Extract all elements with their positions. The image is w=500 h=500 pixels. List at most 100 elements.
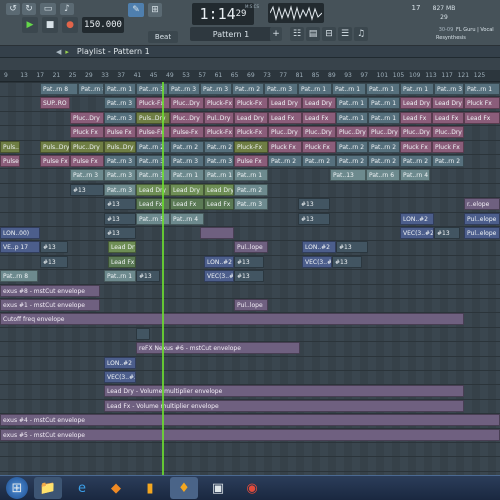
playlist-clip[interactable]: Lead Dry - Volume multiplier envelope: [104, 385, 464, 398]
playlist-clip[interactable]: Pat..rn 1: [170, 169, 204, 182]
playlist-clip[interactable]: Cutoff freq envelope: [0, 313, 464, 326]
tempo-display[interactable]: 150.000: [82, 17, 124, 33]
playlist-clip[interactable]: Pluck Fx: [70, 126, 104, 139]
snap-select[interactable]: Beat: [148, 31, 178, 43]
playlist-clip[interactable]: Pulse Fx: [234, 155, 268, 167]
playlist-clip[interactable]: Puls..Dry: [104, 140, 136, 153]
playlist-clip[interactable]: Pluc..Dry: [302, 126, 336, 139]
playlist-clip[interactable]: Puls..Dry: [40, 140, 70, 153]
playlist-clip[interactable]: Lead Fx: [108, 255, 136, 268]
playlist-clip[interactable]: Pat..rn 2: [368, 155, 400, 167]
playhead[interactable]: [162, 82, 164, 475]
playlist-clip[interactable]: exus #4 - mstCut envelope: [0, 414, 500, 427]
playlist-clip[interactable]: #13: [298, 212, 330, 225]
playlist-clip[interactable]: Pul..elope: [464, 212, 500, 225]
playlist-clip[interactable]: #13: [70, 183, 104, 196]
playlist-clip[interactable]: VEC(3..#2: [400, 227, 434, 239]
playlist-clip[interactable]: Pat..rn 2: [368, 140, 400, 153]
playlist-clip[interactable]: Puls..Dry: [0, 140, 20, 153]
snap-toggle[interactable]: ⊞: [148, 3, 162, 17]
record-button[interactable]: ●: [62, 17, 78, 33]
playlist-clip[interactable]: Pat..rn 1: [368, 111, 400, 124]
playlist-clip[interactable]: Pluc..Dry: [400, 126, 432, 139]
playlist-clip[interactable]: #13: [104, 212, 136, 225]
stop-button[interactable]: ■: [42, 17, 58, 33]
metronome-button[interactable]: ♪: [60, 3, 74, 15]
playlist-clip[interactable]: Pat..rn 1: [204, 169, 234, 182]
playlist-clip[interactable]: Pat..rn 4: [170, 212, 204, 225]
playlist-clip[interactable]: Lead Dry: [302, 97, 336, 110]
playlist-clip[interactable]: LON..#2: [204, 255, 234, 268]
playlist-arrow-icon[interactable]: ◀: [56, 48, 61, 56]
playlist-clip[interactable]: LON..#2: [302, 241, 336, 254]
playlist-clip[interactable]: Lead Fx: [170, 198, 204, 211]
playlist-clip[interactable]: Pat..rn 1: [104, 83, 136, 95]
playlist-clip[interactable]: Lead Fx: [464, 111, 500, 124]
playlist-clip[interactable]: Pluck-Fx: [234, 126, 268, 139]
playlist-clip[interactable]: Lead Dry: [432, 97, 464, 110]
playlist-clip[interactable]: exus #1 - mstCut envelope: [0, 299, 100, 311]
playlist-clip[interactable]: Pulse Fx: [104, 126, 136, 139]
playlist-clip[interactable]: Pluc..Dry: [170, 111, 204, 124]
browser-icon[interactable]: ☰: [338, 27, 352, 41]
playlist-clip[interactable]: Lead Fx: [302, 111, 336, 124]
pattern-select[interactable]: Pattern 1: [190, 27, 272, 41]
playlist-clip[interactable]: VE..p 17: [0, 241, 40, 254]
playlist-clip[interactable]: Lead Fx - Volume multiplier envelope: [104, 399, 464, 412]
playlist-clip[interactable]: #13: [336, 241, 368, 254]
playlist-clip[interactable]: Pat..rn 3: [136, 169, 170, 182]
playlist-clip[interactable]: Pul..lope: [234, 241, 268, 254]
playlist-clip[interactable]: Pat..rn 2: [336, 155, 368, 167]
playlist-clip[interactable]: #13: [332, 255, 362, 268]
playlist-clip[interactable]: Pat..rn 3: [234, 198, 268, 211]
playlist-clip[interactable]: Pluck Fx: [302, 140, 336, 153]
playlist-clip[interactable]: #13: [298, 198, 330, 211]
playlist-clip[interactable]: Pat..rn 2: [234, 183, 268, 196]
playlist-clip[interactable]: Pulse Fx: [0, 155, 20, 167]
playlist-clip[interactable]: Pat..rn 3: [200, 83, 232, 95]
playlist-clip[interactable]: Pat..rn 5: [136, 212, 170, 225]
news-title[interactable]: Resynthesis: [436, 34, 496, 42]
playlist-clip[interactable]: Pat..rn 3: [434, 83, 464, 95]
playlist-clip[interactable]: Pat..rn 8: [0, 270, 38, 283]
playlist-clip[interactable]: Pat..rn 3: [204, 155, 234, 167]
playlist-clip[interactable]: Pluck-Fx: [204, 126, 234, 139]
pattern-mode-button[interactable]: ▭: [40, 3, 56, 15]
playlist-clip[interactable]: Pulse Fx: [70, 155, 104, 167]
playlist-clip[interactable]: #13: [104, 227, 136, 239]
playlist-clip[interactable]: Pat..rn 3: [104, 183, 136, 196]
playlist-clip[interactable]: Lead Fx: [136, 198, 170, 211]
start-button[interactable]: ⊞: [6, 477, 28, 499]
playlist-clip[interactable]: Pluc..Dry: [336, 126, 368, 139]
playlist-clip[interactable]: Pat..rn 2: [232, 83, 264, 95]
playlist-clip[interactable]: Pat..rn 2: [302, 155, 336, 167]
ie-icon[interactable]: e: [68, 477, 96, 499]
playlist-clip[interactable]: Pat..rn 3: [104, 155, 136, 167]
playlist-clip[interactable]: Pat..rn 1: [104, 270, 136, 283]
playlist-clip[interactable]: Pat..rn 1: [336, 111, 368, 124]
playlist-clip[interactable]: Lead Dry: [204, 183, 234, 196]
playlist-clip[interactable]: Pulse Fx: [40, 155, 70, 167]
channel-rack-icon[interactable]: ⊟: [322, 27, 336, 41]
playlist-clip[interactable]: Pat..rn 2: [432, 155, 464, 167]
playlist-clip[interactable]: [136, 327, 150, 340]
playlist-clip[interactable]: Pluck-Fx: [234, 140, 268, 153]
playlist-clip[interactable]: #13: [434, 227, 460, 239]
add-pattern-button[interactable]: +: [270, 27, 282, 41]
playlist-clip[interactable]: #13: [234, 255, 264, 268]
playlist-clip[interactable]: VEC(3..#2: [204, 270, 234, 283]
playlist-clip[interactable]: r..elope: [464, 198, 500, 211]
playlist-clip[interactable]: Pat..rn 3: [136, 155, 170, 167]
playlist-clip[interactable]: Pat..rn 8: [40, 83, 78, 95]
playlist-clip[interactable]: Lead Dry: [234, 111, 268, 124]
mixer-icon[interactable]: ☷: [290, 27, 304, 41]
playlist-clip[interactable]: Pluc..Dry: [170, 97, 204, 110]
playlist-clip[interactable]: Pat..rn 2: [400, 155, 432, 167]
playlist-clip[interactable]: Lead Fx: [400, 111, 432, 124]
playlist-clip[interactable]: Pat..rn 2: [268, 155, 302, 167]
playlist-clip[interactable]: exus #5 - mstCut envelope: [0, 428, 500, 441]
rewind-button[interactable]: ↺: [6, 3, 20, 15]
playlist-clip[interactable]: Lead Fx: [432, 111, 464, 124]
playlist-clip[interactable]: #13: [234, 270, 264, 283]
playlist-clip[interactable]: #13: [40, 241, 68, 254]
